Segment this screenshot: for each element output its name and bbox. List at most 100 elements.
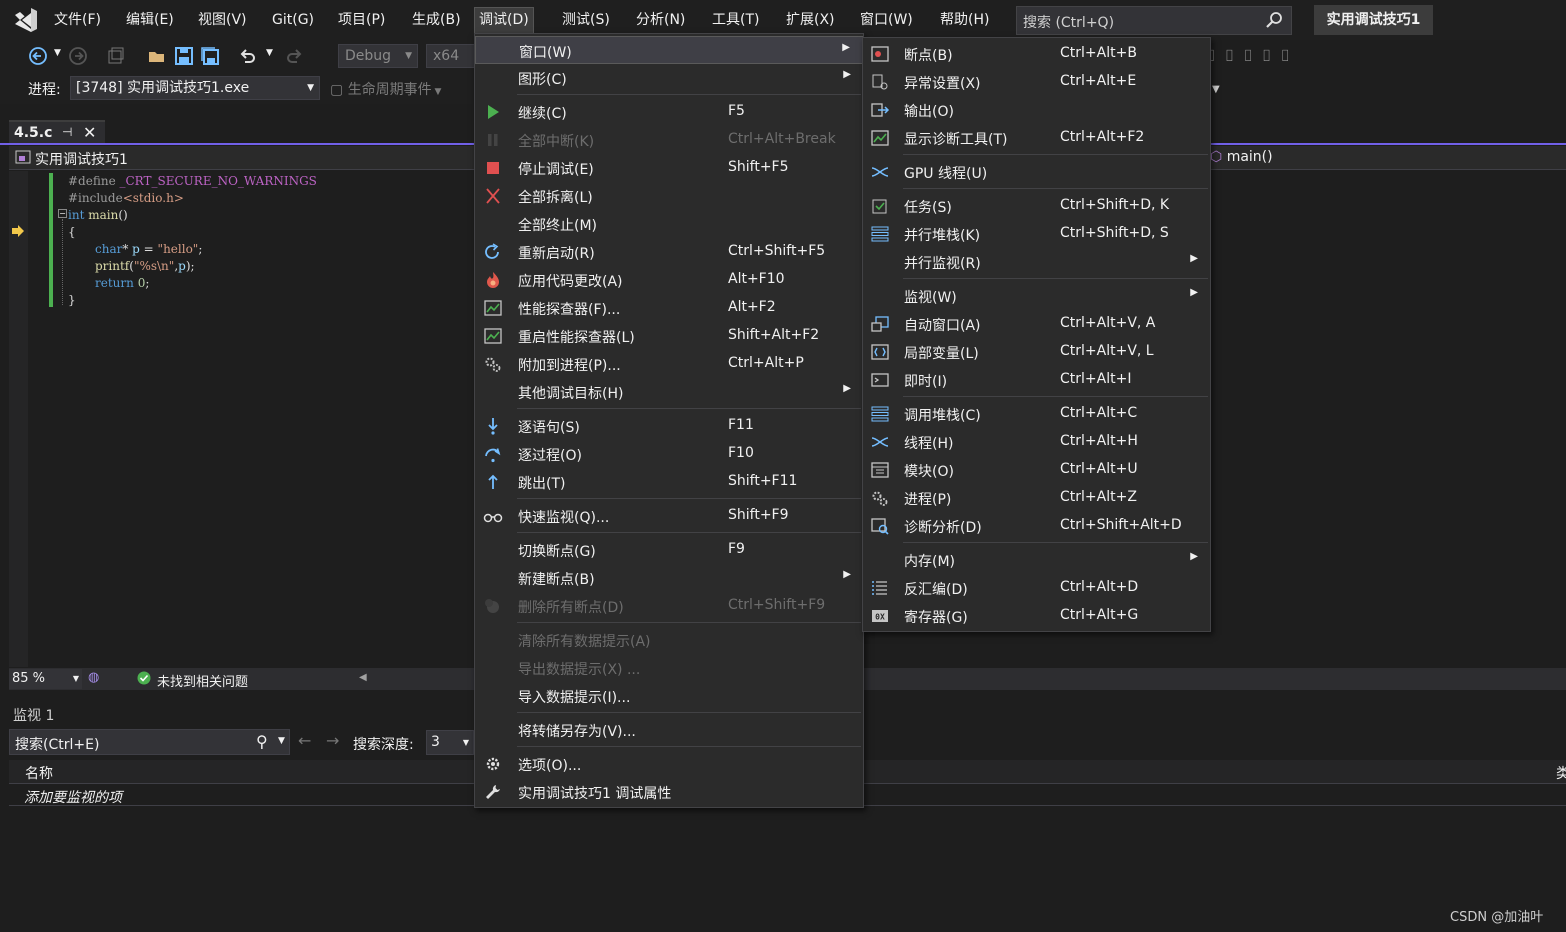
menu-item-shortcut: F5 bbox=[728, 103, 745, 119]
menu-item[interactable]: 0X 寄存器(G) Ctrl+Alt+G bbox=[863, 602, 1210, 630]
menu-item[interactable]: 输出(O) bbox=[863, 96, 1210, 124]
menu-item[interactable]: 工具(T) bbox=[708, 8, 763, 33]
chevron-down-icon: ▼ bbox=[405, 51, 412, 61]
menu-item[interactable]: 调试(D) bbox=[474, 7, 534, 34]
save-all-icon[interactable] bbox=[200, 46, 220, 66]
search-icon[interactable]: ⚲ bbox=[256, 732, 268, 751]
open-file-icon[interactable] bbox=[147, 46, 167, 66]
menu-item[interactable]: 选项(O)... bbox=[475, 750, 863, 778]
menu-item[interactable]: 导入数据提示(I)... bbox=[475, 682, 863, 710]
process-select[interactable]: [3748] 实用调试技巧1.exe ▼ bbox=[70, 76, 320, 100]
menu-item[interactable]: 逐语句(S) F11 bbox=[475, 412, 863, 440]
collapse-icon[interactable]: − bbox=[58, 209, 67, 218]
editor-tab[interactable]: 4.5.c ⊣ ✕ bbox=[9, 120, 105, 144]
menu-item[interactable]: 自动窗口(A) Ctrl+Alt+V, A bbox=[863, 310, 1210, 338]
menu-item[interactable]: 继续(C) F5 bbox=[475, 98, 863, 126]
menu-item[interactable]: 项目(P) bbox=[334, 8, 389, 33]
watch-panel-title[interactable]: 监视 1 bbox=[13, 705, 54, 725]
zoom-select[interactable]: 85 % ▼ bbox=[9, 669, 82, 689]
menu-item[interactable]: 内存(M) ▶ bbox=[863, 546, 1210, 574]
menu-item[interactable]: 帮助(H) bbox=[936, 8, 993, 33]
menu-item[interactable]: GPU 线程(U) bbox=[863, 158, 1210, 186]
menu-item[interactable]: 诊断分析(D) Ctrl+Shift+Alt+D bbox=[863, 512, 1210, 540]
menu-item[interactable]: 切换断点(G) F9 bbox=[475, 536, 863, 564]
menu-item[interactable]: 任务(S) Ctrl+Shift+D, K bbox=[863, 192, 1210, 220]
menu-item[interactable]: 调用堆栈(C) Ctrl+Alt+C bbox=[863, 400, 1210, 428]
menu-item[interactable]: 扩展(X) bbox=[782, 8, 839, 33]
bookmark-toolbar[interactable]: ⌷⌷⌷⌷⌷ bbox=[1206, 46, 1299, 66]
menu-item[interactable]: 重新启动(R) Ctrl+Shift+F5 bbox=[475, 238, 863, 266]
configuration-select[interactable]: Debug ▼ bbox=[338, 44, 418, 68]
save-icon[interactable] bbox=[174, 46, 194, 66]
menu-item[interactable]: 将转储另存为(V)... bbox=[475, 716, 863, 744]
forward-icon[interactable] bbox=[68, 46, 88, 66]
search-dropdown-icon[interactable]: ▼ bbox=[278, 736, 285, 746]
menu-item[interactable]: 全部终止(M) bbox=[475, 210, 863, 238]
undo-icon[interactable] bbox=[238, 46, 258, 66]
lifecycle-events[interactable]: ▢ 生命周期事件 ▼ bbox=[330, 79, 441, 99]
project-dropdown[interactable]: 实用调试技巧1 bbox=[35, 149, 128, 169]
back-dropdown-icon[interactable]: ▼ bbox=[54, 48, 61, 58]
menu-item[interactable]: 断点(B) Ctrl+Alt+B bbox=[863, 40, 1210, 68]
search-previous-icon[interactable]: ← bbox=[298, 731, 311, 750]
menu-item[interactable]: 分析(N) bbox=[632, 8, 689, 33]
new-project-icon[interactable] bbox=[106, 46, 126, 66]
menu-item[interactable]: 编辑(E) bbox=[122, 8, 178, 33]
menu-item[interactable]: 重启性能探查器(L) Shift+Alt+F2 bbox=[475, 322, 863, 350]
menu-item[interactable]: 图形(C) ▶ bbox=[475, 64, 863, 92]
scroll-left-icon[interactable]: ◀ bbox=[359, 672, 367, 683]
menu-item[interactable]: 模块(O) Ctrl+Alt+U bbox=[863, 456, 1210, 484]
menu-item[interactable]: 停止调试(E) Shift+F5 bbox=[475, 154, 863, 182]
menu-item[interactable]: 异常设置(X) Ctrl+Alt+E bbox=[863, 68, 1210, 96]
menu-item[interactable]: 文件(F) bbox=[50, 8, 105, 33]
column-header-type[interactable]: 类 bbox=[1556, 763, 1566, 783]
search-next-icon[interactable]: → bbox=[326, 731, 339, 750]
menu-separator bbox=[903, 278, 1208, 279]
redo-icon[interactable] bbox=[284, 46, 304, 66]
menu-item[interactable]: 监视(W) ▶ bbox=[863, 282, 1210, 310]
undo-dropdown-icon[interactable]: ▼ bbox=[266, 48, 273, 58]
function-dropdown[interactable]: ⬡ main() bbox=[1210, 149, 1273, 165]
search-depth-select[interactable]: 3 ▼ bbox=[426, 730, 474, 755]
menu-item[interactable]: 线程(H) Ctrl+Alt+H bbox=[863, 428, 1210, 456]
menu-item[interactable]: 并行堆栈(K) Ctrl+Shift+D, S bbox=[863, 220, 1210, 248]
menu-item[interactable]: 进程(P) Ctrl+Alt+Z bbox=[863, 484, 1210, 512]
menu-item[interactable]: 视图(V) bbox=[194, 8, 251, 33]
menu-item[interactable]: 窗口(W) bbox=[856, 8, 917, 33]
menu-item[interactable]: 其他调试目标(H) ▶ bbox=[475, 378, 863, 406]
menu-item[interactable]: 窗口(W) ▶ bbox=[475, 36, 863, 64]
watch-search-input[interactable]: 搜索(Ctrl+E) ⚲ ▼ bbox=[9, 729, 290, 755]
current-statement-arrow-icon[interactable] bbox=[11, 225, 25, 237]
menu-item[interactable]: 实用调试技巧1 调试属性 bbox=[475, 778, 863, 806]
menu-item[interactable]: 性能探查器(F)... Alt+F2 bbox=[475, 294, 863, 322]
menu-item[interactable]: 生成(B) bbox=[408, 8, 465, 33]
menu-item[interactable]: 逐过程(O) F10 bbox=[475, 440, 863, 468]
menu-item[interactable]: 跳出(T) Shift+F11 bbox=[475, 468, 863, 496]
add-watch-item[interactable]: 添加要监视的项 bbox=[24, 787, 122, 807]
intellicode-icon[interactable]: ◍ bbox=[88, 670, 99, 685]
menu-item[interactable]: 附加到进程(P)... Ctrl+Alt+P bbox=[475, 350, 863, 378]
search-box[interactable]: 搜索 (Ctrl+Q) bbox=[1016, 6, 1292, 35]
menu-item[interactable]: 反汇编(D) Ctrl+Alt+D bbox=[863, 574, 1210, 602]
menu-item[interactable]: Git(G) bbox=[268, 8, 318, 33]
glyph-margin[interactable] bbox=[9, 171, 28, 667]
menu-item[interactable]: 新建断点(B) ▶ bbox=[475, 564, 863, 592]
menu-item[interactable]: 测试(S) bbox=[558, 8, 614, 33]
platform-select[interactable]: x64 bbox=[426, 44, 480, 68]
menu-item[interactable]: 显示诊断工具(T) Ctrl+Alt+F2 bbox=[863, 124, 1210, 152]
issues-status[interactable]: 未找到相关问题 bbox=[157, 671, 248, 690]
close-icon[interactable]: ✕ bbox=[83, 123, 96, 142]
back-icon[interactable] bbox=[28, 46, 48, 66]
menu-item[interactable]: 应用代码更改(A) Alt+F10 bbox=[475, 266, 863, 294]
toolbar-overflow-icon[interactable]: ▼ bbox=[1212, 84, 1220, 95]
menu-item[interactable]: 并行监视(R) ▶ bbox=[863, 248, 1210, 276]
solution-name-badge[interactable]: 实用调试技巧1 bbox=[1314, 5, 1433, 35]
column-header-name[interactable]: 名称 bbox=[25, 763, 53, 783]
menu-item[interactable]: 全部拆离(L) bbox=[475, 182, 863, 210]
search-placeholder: 搜索 (Ctrl+Q) bbox=[1023, 15, 1115, 31]
menu-item[interactable]: 局部变量(L) Ctrl+Alt+V, L bbox=[863, 338, 1210, 366]
visual-studio-logo-icon[interactable] bbox=[12, 7, 40, 33]
menu-item[interactable]: 快速监视(Q)... Shift+F9 bbox=[475, 502, 863, 530]
pin-icon[interactable]: ⊣ bbox=[62, 125, 72, 139]
menu-item[interactable]: 即时(I) Ctrl+Alt+I bbox=[863, 366, 1210, 394]
